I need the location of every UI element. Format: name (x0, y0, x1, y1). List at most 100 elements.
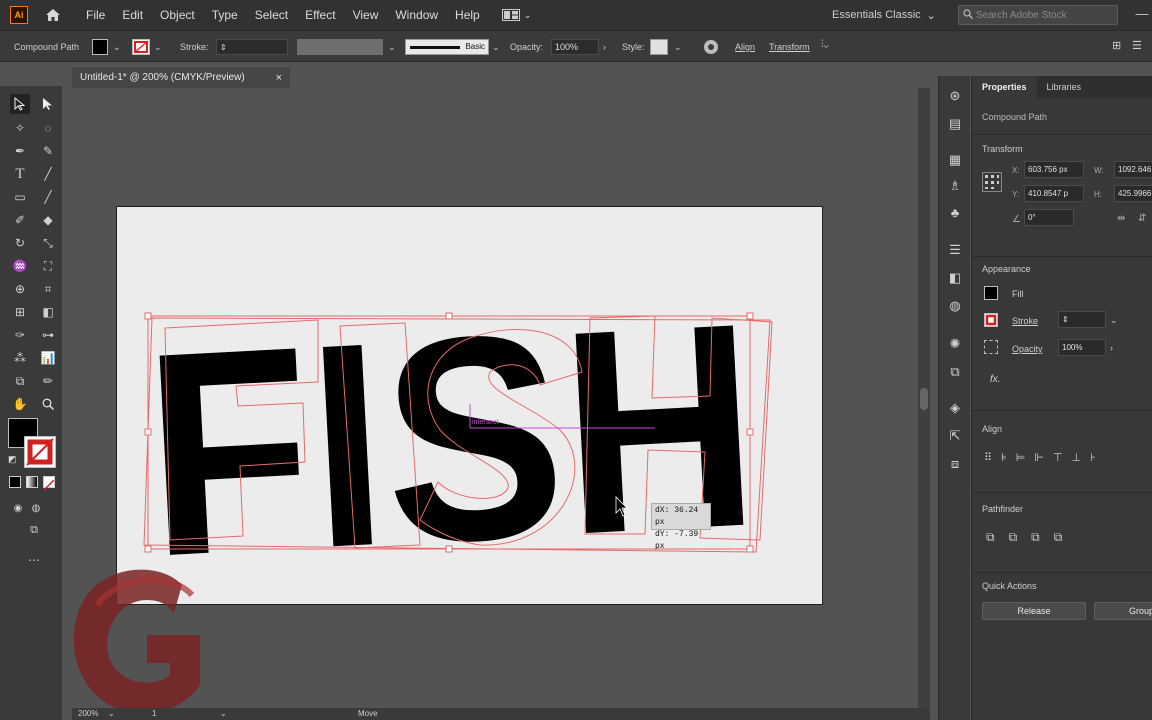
isolate-icon[interactable]: ⊞ (1112, 39, 1126, 53)
symbols-icon[interactable]: ♣ (945, 202, 965, 222)
magic-wand-tool-icon[interactable]: ✧ (10, 118, 30, 138)
stroke-weight-dropdown[interactable]: ⌄ (1110, 315, 1118, 326)
recolor-artwork-icon[interactable] (703, 39, 719, 55)
scroll-thumb[interactable] (920, 388, 928, 410)
column-graph-tool-icon[interactable]: 📊 (38, 348, 58, 368)
opacity-label[interactable]: Opacity: (510, 42, 543, 52)
zoom-level[interactable]: 200% (78, 709, 98, 718)
swatches-icon[interactable]: ▦ (945, 150, 965, 170)
mesh-tool-icon[interactable]: ⊞ (10, 302, 30, 322)
inside-mode-icon[interactable]: ◍ (26, 498, 46, 518)
menu-help[interactable]: Help (455, 8, 480, 22)
menu-window[interactable]: Window (395, 8, 438, 22)
eyedropper-tool-icon[interactable]: ✑ (10, 325, 30, 345)
reference-point-icon[interactable] (982, 172, 1002, 192)
fill-dropdown[interactable]: ⌄ (113, 39, 121, 55)
stroke-panel-icon[interactable]: ☰ (945, 240, 965, 260)
scale-tool-icon[interactable]: ⤡ (38, 233, 58, 253)
selection-tool-icon[interactable] (10, 94, 30, 114)
group-button[interactable]: Group (1094, 602, 1152, 620)
gradient-tool-icon[interactable]: ◧ (38, 302, 58, 322)
flip-horizontal-icon[interactable]: ⇹ (1117, 213, 1125, 224)
menu-view[interactable]: View (353, 8, 379, 22)
direct-selection-tool-icon[interactable] (38, 94, 58, 114)
pathfinder-buttons[interactable]: ⧉⧉⧉⧉ (986, 530, 1076, 545)
layers-icon[interactable]: ◈ (945, 398, 965, 418)
align-options-icon[interactable]: ⫶⌄ (821, 39, 847, 55)
close-icon[interactable]: × (276, 72, 282, 84)
artboard-tool-icon[interactable]: ⧉ (10, 371, 30, 391)
x-field[interactable]: 603.756 px (1024, 161, 1084, 178)
align-buttons[interactable]: ⠿⊧⊨⊩⊤⊥⊦ (984, 451, 1152, 467)
screen-mode-icon[interactable]: ⧉ (24, 520, 44, 540)
default-colors-icon[interactable]: ◩ (8, 454, 17, 465)
brush-dropdown[interactable]: ⌄ (492, 39, 500, 55)
blend-tool-icon[interactable]: ⊶ (38, 325, 58, 345)
appearance-stroke-weight[interactable]: ⇕ (1058, 311, 1106, 328)
transform-link[interactable]: Transform (769, 42, 810, 52)
rotate-field[interactable]: 0° (1024, 209, 1074, 226)
fx-icon[interactable]: fx. (990, 374, 1001, 385)
tab-properties[interactable]: Properties (972, 76, 1037, 98)
rotate-tool-icon[interactable]: ↻ (10, 233, 30, 253)
paintbrush-tool-icon[interactable]: ╱ (38, 187, 58, 207)
variable-width-profile[interactable] (297, 39, 383, 55)
lasso-tool-icon[interactable]: ◌ (38, 118, 58, 138)
zoom-tool-icon[interactable] (38, 394, 58, 414)
profile-dropdown[interactable]: ⌄ (388, 39, 396, 55)
panel-menu-icon[interactable]: ☰ (1132, 39, 1146, 53)
stroke-swatch[interactable] (132, 39, 150, 55)
artboard[interactable] (117, 207, 822, 604)
appearance-fill-swatch[interactable] (984, 286, 998, 300)
menu-object[interactable]: Object (160, 8, 195, 22)
shaper-tool-icon[interactable]: ✐ (10, 210, 30, 230)
y-field[interactable]: 410.8547 p (1024, 185, 1084, 202)
menu-select[interactable]: Select (255, 8, 288, 22)
fill-swatch[interactable] (92, 39, 108, 55)
appearance-stroke-swatch[interactable] (984, 313, 998, 327)
rectangle-tool-icon[interactable]: ▭ (10, 187, 30, 207)
document-icon[interactable]: ▤ (945, 114, 965, 134)
color-guide-icon[interactable]: ⊛ (945, 86, 965, 106)
free-transform-tool-icon[interactable]: ⛶ (38, 256, 58, 276)
curvature-tool-icon[interactable]: ✎ (38, 141, 58, 161)
artboard-number[interactable]: 1 (152, 709, 156, 718)
style-dropdown[interactable]: ⌄ (674, 39, 682, 55)
tab-libraries[interactable]: Libraries (1037, 76, 1092, 98)
menu-type[interactable]: Type (212, 8, 238, 22)
stroke-dropdown[interactable]: ⌄ (154, 39, 162, 55)
transparency-icon[interactable]: ◧ (945, 268, 965, 288)
stroke-label[interactable]: Stroke (1012, 316, 1038, 326)
eraser-tool-icon[interactable]: ◆ (38, 210, 58, 230)
appearance-opacity-label[interactable]: Opacity (1012, 344, 1043, 354)
none-mode-icon[interactable] (43, 476, 55, 491)
pen-tool-icon[interactable]: ✒ (10, 141, 30, 161)
home-icon[interactable] (42, 4, 64, 26)
search-stock-input[interactable]: Search Adobe Stock (958, 5, 1118, 25)
type-tool-icon[interactable]: T (10, 164, 30, 184)
arrange-documents-icon[interactable]: ⌄ (501, 7, 536, 23)
menu-effect[interactable]: Effect (305, 8, 335, 22)
shape-builder-tool-icon[interactable]: ⊕ (10, 279, 30, 299)
slice-tool-icon[interactable]: ✏ (38, 371, 58, 391)
flip-vertical-icon[interactable]: ⇵ (1138, 213, 1146, 224)
export-icon[interactable]: ⇱ (945, 426, 965, 446)
align-link[interactable]: Align (735, 42, 755, 52)
draw-mode-icon[interactable]: ◉ (8, 498, 28, 518)
width-field[interactable]: 1092.646 (1114, 161, 1152, 178)
more-tools-icon[interactable]: ⋯ (24, 550, 44, 570)
vertical-scrollbar[interactable] (918, 88, 930, 710)
symbol-sprayer-tool-icon[interactable]: ⁂ (10, 348, 30, 368)
graphic-style-swatch[interactable] (650, 39, 668, 55)
gradient-mode-icon[interactable] (26, 476, 38, 488)
menu-edit[interactable]: Edit (122, 8, 143, 22)
hand-tool-icon[interactable]: ✋ (10, 394, 30, 414)
release-button[interactable]: Release (982, 602, 1086, 620)
graphic-styles-icon[interactable]: ✺ (945, 334, 965, 354)
minimize-icon[interactable]: — (1134, 6, 1150, 22)
brush-definition[interactable]: Basic (405, 39, 489, 55)
menu-file[interactable]: File (86, 8, 105, 22)
document-tab[interactable]: Untitled-1* @ 200% (CMYK/Preview) × (72, 66, 290, 88)
appearance-opacity-field[interactable]: 100% (1058, 339, 1106, 356)
height-field[interactable]: 425.9966 (1114, 185, 1152, 202)
